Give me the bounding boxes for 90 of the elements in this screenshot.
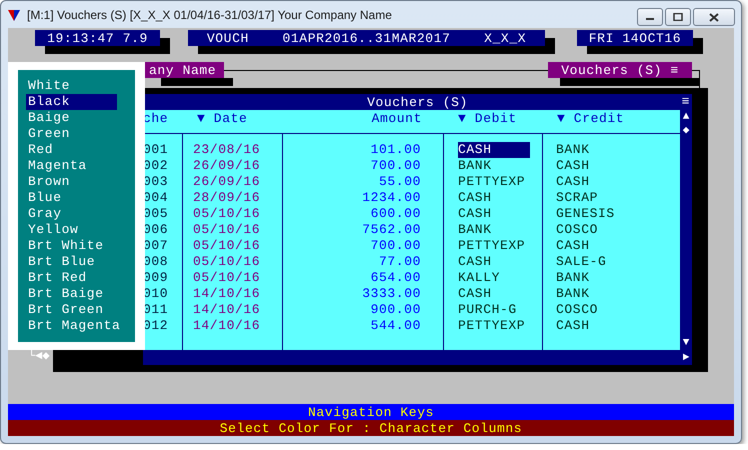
maximize-icon [673,13,683,21]
table-cell: 05/10/16 [183,222,283,238]
column-header[interactable]: ▼ Debit [444,110,543,134]
table-cell: 3333.00 [283,286,444,302]
table-cell: 55.00 [283,174,444,190]
table-cell: 26/09/16 [183,174,283,190]
color-menu-item[interactable]: Black [26,94,117,110]
info-label: VOUCH 01APR2016..31MAR2017 X_X_X [188,30,545,46]
scroll-down-glyph[interactable]: ▼ [682,336,690,350]
table-cell: 77.00 [283,254,444,270]
table-cell: 26/09/16 [183,158,283,174]
table-cell: 654.00 [283,270,444,286]
table-cell: 600.00 [283,206,444,222]
color-menu-item[interactable]: Gray [26,206,127,222]
status-bar: Select Color For : Character Columns [8,420,734,436]
table-cell: 700.00 [283,158,444,174]
table-cell[interactable]: BANK [458,158,530,174]
table-cell[interactable]: CASH [458,142,530,158]
minimize-button[interactable] [637,8,663,26]
table-cell[interactable]: CASH [458,190,530,206]
table-cell: 900.00 [283,302,444,318]
color-menu-item[interactable]: White [26,78,127,94]
table-cell[interactable]: PETTYEXP [458,174,530,190]
table-cell: 1234.00 [283,190,444,206]
table-cell-text: SCRAP [555,190,600,206]
table-cell-text: BANK [555,270,591,286]
color-menu-item[interactable]: Yellow [26,222,127,238]
table-menu-glyph[interactable]: ≡ [682,94,690,109]
table-cell-text: COSCO [555,222,600,238]
column-header[interactable]: ▼ Date [183,110,283,134]
table-cell: 05/10/16 [183,254,283,270]
color-menu-item[interactable]: Brt Blue [26,254,127,270]
table-cell-text: BANK [555,286,591,302]
scroll-right-glyph[interactable]: ► [682,352,690,364]
close-icon [709,12,719,22]
box-shadow [161,78,233,86]
table-cell: 14/10/16 [183,286,283,302]
info-label: FRI 14OCT16 [577,30,693,46]
window-title: [M:1] Vouchers (S) [X_X_X 01/04/16-31/03/17] Your Company Name [27,8,393,22]
table-cell: 05/10/16 [183,270,283,286]
table-cell: 23/08/16 [183,142,283,158]
color-menu-item[interactable]: Baige [26,110,127,126]
table-cell-text: CASH [555,238,591,254]
table-cell: 7562.00 [283,222,444,238]
table-cell-text: CASH [555,158,591,174]
table-cell-text: SALE-G [555,254,608,270]
table-cell-text: BANK [555,142,591,158]
table-cell[interactable]: CASH [458,254,530,270]
maximize-button[interactable] [665,8,691,26]
table-cell: 544.00 [283,318,444,334]
table-cell: 14/10/16 [183,302,283,318]
table-cell: 28/09/16 [183,190,283,206]
module-label: Vouchers (S) ≡ [548,62,692,78]
table-cell: 101.00 [283,142,444,158]
table-cell[interactable]: CASH [458,206,530,222]
table-cell[interactable]: BANK [458,222,530,238]
table-cell[interactable]: KALLY [458,270,530,286]
table-cell[interactable]: PETTYEXP [458,318,530,334]
info-label: 19:13:47 7.9 [35,30,160,46]
color-menu-item[interactable]: Magenta [26,158,127,174]
table-cell: 05/10/16 [183,206,283,222]
close-button[interactable] [693,8,735,26]
color-menu-item[interactable]: Brt White [26,238,127,254]
color-menu-item[interactable]: Brt Green [26,302,127,318]
table-cell: 14/10/16 [183,318,283,334]
company-name-label: any Name [143,62,224,78]
table-cell[interactable]: PETTYEXP [458,238,530,254]
color-menu-item[interactable]: Blue [26,190,127,206]
color-menu-item[interactable]: Green [26,126,127,142]
table-cell-text: COSCO [555,302,600,318]
table-cell-text: CASH [555,174,591,190]
table-title: Vouchers (S) [367,94,468,110]
table-cell: 700.00 [283,238,444,254]
color-menu-item[interactable]: Brt Magenta [26,318,127,334]
corner-marks: └◄◆ [28,348,51,364]
table-cell-text: GENESIS [555,206,616,222]
color-menu-item[interactable]: Brt Baige [26,286,127,302]
color-menu-item[interactable]: Brown [26,174,127,190]
app-icon [7,8,21,22]
table-cell[interactable]: CASH [458,286,530,302]
table-cell-text: CASH [555,318,591,334]
scrollbar[interactable]: ▲ ◆ ▼ [680,110,692,350]
color-menu-item[interactable]: Brt Red [26,270,127,286]
color-menu-item[interactable]: Red [26,142,127,158]
scroll-up-glyph[interactable]: ▲ [682,110,690,124]
table-cell: 05/10/16 [183,238,283,254]
navigation-bar: Navigation Keys [8,404,734,420]
scroll-thumb-glyph[interactable]: ◆ [682,124,690,138]
table-cell[interactable]: PURCH-G [458,302,530,318]
column-header[interactable]: Amount [283,110,444,134]
